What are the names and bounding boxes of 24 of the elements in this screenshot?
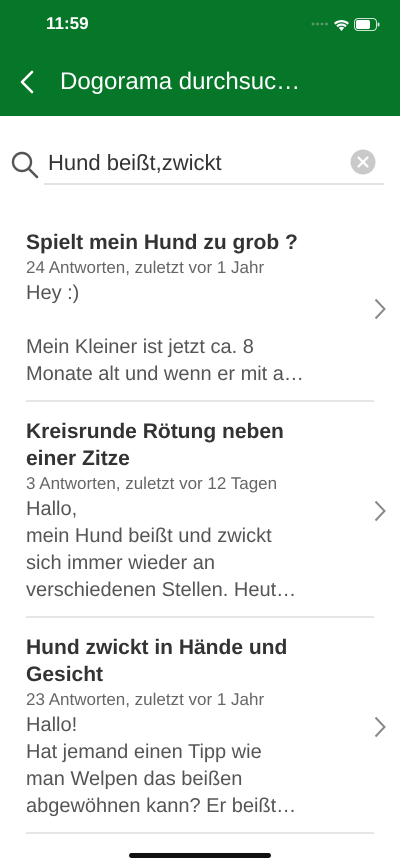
result-excerpt: Hallo, mein Hund beißt und zwickt sich immer wieder an verschiedenen Stellen. Heut…: [26, 497, 298, 603]
back-icon[interactable]: [20, 70, 34, 94]
result-meta: 24 Antworten, zuletzt vor 1 Jahr: [26, 257, 266, 279]
battery-icon: [354, 18, 380, 30]
result-item[interactable]: Hund zwickt in Hände und Gesicht 23 Antworten, zuletzt vor 1 Jahr Hallo! Hat jemand einen Tipp wie man Welpen das beißen abgewöhnen kann? Er beißt…: [26, 618, 374, 834]
result-title: Hund zwickt in Hände und Gesicht: [26, 635, 288, 688]
screen-title: Dogorama durchsuc…: [60, 67, 300, 97]
result-excerpt: Mein Kleiner ist jetzt ca. 8 Monate alt und wenn er mit a…: [26, 335, 305, 387]
result-title: Kreisrunde Rötung neben einer Zitze: [26, 419, 285, 472]
result-item[interactable]: Kreisrunde Rötung neben einer Zitze 3 Antworten, zuletzt vor 12 Tagen Hallo, mein Hund beißt und zwickt sich immer wieder an verschiedenen Stellen. Heut…: [26, 402, 374, 618]
status-time: 11:59: [46, 13, 89, 36]
chevron-icon: [374, 500, 386, 522]
wifi-icon: [333, 18, 350, 30]
result-item[interactable]: Spielt mein Hund zu grob ? 24 Antworten, zuletzt vor 1 Jahr Hey :) Mein Kleiner ist jetzt ca. 8 Monate alt und wenn er mit a…: [26, 225, 374, 402]
result-excerpt: Hallo! Hat jemand einen Tipp wie man Welpen das beißen abgewöhnen kann? Er beißt…: [26, 713, 298, 819]
chevron-icon: [374, 298, 386, 320]
search-icon: [10, 150, 40, 180]
result-meta: 3 Antworten, zuletzt vor 12 Tagen: [26, 473, 278, 495]
search-field[interactable]: Hund beißt,zwickt: [44, 144, 384, 185]
signal-icon: [311, 22, 329, 26]
result-meta: 23 Antworten, zuletzt vor 1 Jahr: [26, 689, 266, 711]
result-excerpt: Hey :): [26, 281, 80, 306]
result-title: Spielt mein Hund zu grob ?: [26, 230, 299, 256]
chevron-icon: [374, 716, 386, 738]
